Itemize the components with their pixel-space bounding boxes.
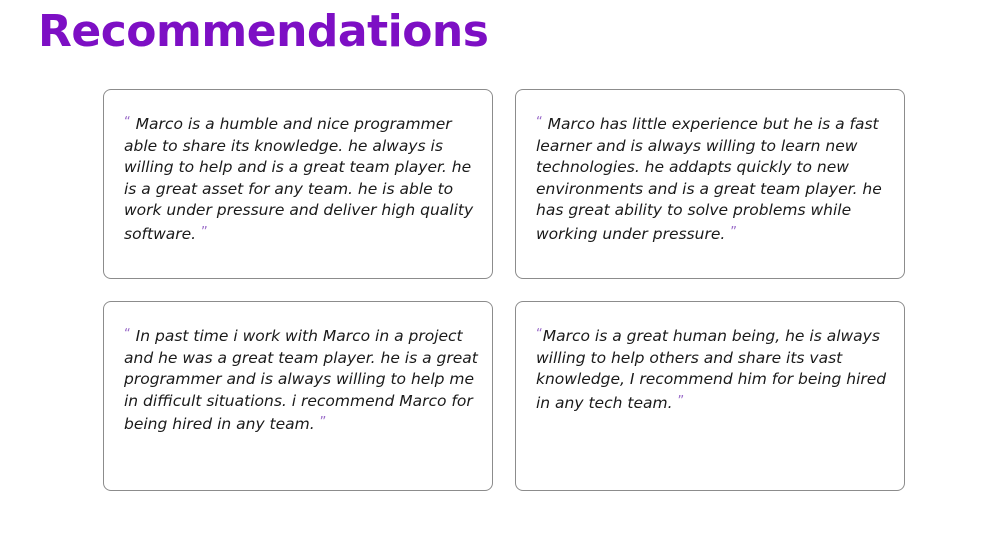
recommendation-card: “Marco is a great human being, he is alw…	[515, 301, 905, 491]
open-quote-icon: “	[536, 327, 543, 342]
recommendation-card: “ In past time i work with Marco in a pr…	[103, 301, 493, 491]
close-quote-icon: ”	[201, 224, 208, 240]
open-quote-icon: “	[124, 115, 131, 130]
close-quote-icon: ”	[319, 415, 327, 430]
open-quote-icon: “	[124, 327, 131, 342]
recommendation-text: Marco is a humble and nice programmer ab…	[124, 115, 474, 243]
open-quote-icon: “	[536, 115, 543, 130]
recommendation-text: In past time i work with Marco in a proj…	[124, 327, 478, 433]
recommendation-quote: “ In past time i work with Marco in a pr…	[124, 324, 478, 436]
recommendation-text: Marco has little experience but he is a …	[536, 115, 882, 243]
close-quote-icon: ”	[730, 224, 737, 240]
close-quote-icon: ”	[677, 393, 685, 409]
recommendations-grid: “ Marco is a humble and nice programmer …	[103, 89, 907, 493]
recommendation-card: “ Marco is a humble and nice programmer …	[103, 89, 493, 279]
recommendation-quote: “Marco is a great human being, he is alw…	[536, 324, 890, 414]
recommendation-card: “ Marco has little experience but he is …	[515, 89, 905, 279]
page-title: Recommendations	[38, 6, 489, 57]
recommendation-quote: “ Marco is a humble and nice programmer …	[124, 112, 478, 245]
recommendation-text: Marco is a great human being, he is alwa…	[536, 327, 887, 412]
recommendation-quote: “ Marco has little experience but he is …	[536, 112, 890, 245]
